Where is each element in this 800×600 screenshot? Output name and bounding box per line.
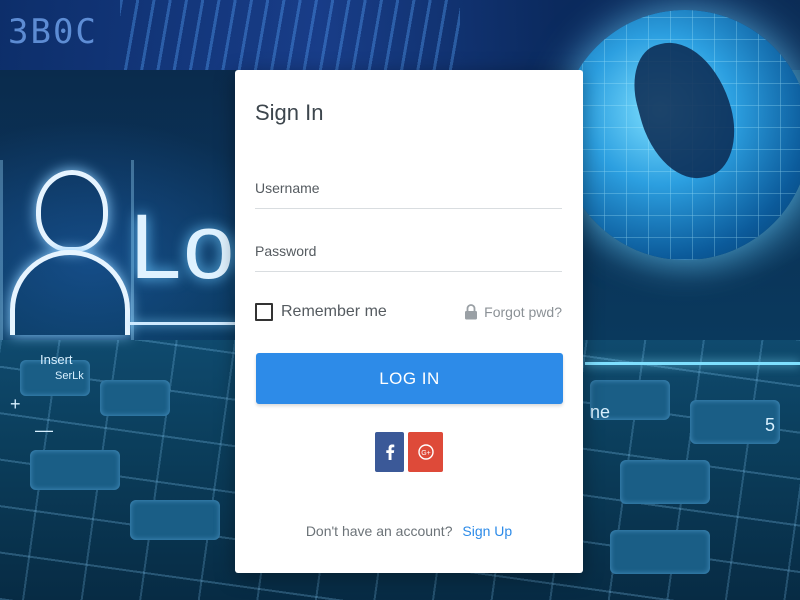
facebook-login-button[interactable] xyxy=(375,432,404,472)
key-label: + xyxy=(10,394,21,414)
background-code-text: 3B0C xyxy=(8,12,98,52)
remember-me-checkbox[interactable]: Remember me xyxy=(255,303,387,321)
google-plus-login-button[interactable]: G+ xyxy=(408,432,443,472)
card-title: Sign In xyxy=(255,100,324,125)
background-glow-line xyxy=(585,362,800,365)
lock-icon xyxy=(465,304,478,320)
keyboard-key xyxy=(100,380,170,416)
background-code-streaks xyxy=(120,0,460,70)
keyboard-key xyxy=(610,530,710,574)
signup-prompt: Don't have an account? xyxy=(305,523,453,539)
key-label: Insert xyxy=(40,352,73,367)
login-card: Sign In Remember me Forgot pwd? LOG IN G… xyxy=(235,70,583,573)
social-login-group: G+ xyxy=(375,432,443,472)
keyboard-key xyxy=(620,460,710,504)
user-head-icon xyxy=(36,170,108,252)
signup-link[interactable]: Sign Up xyxy=(462,523,512,539)
key-label: SerLk xyxy=(55,370,84,382)
background-underline xyxy=(130,322,240,325)
checkbox-box[interactable] xyxy=(255,303,273,321)
username-input[interactable] xyxy=(255,168,562,209)
login-button[interactable]: LOG IN xyxy=(256,353,563,404)
keyboard-key xyxy=(30,450,120,490)
key-label: 5 xyxy=(765,415,776,435)
key-label: ne xyxy=(590,402,611,422)
remember-me-label: Remember me xyxy=(281,303,387,320)
signup-row: Don't have an account? Sign Up xyxy=(235,523,583,539)
key-label: — xyxy=(35,420,53,440)
password-input[interactable] xyxy=(255,231,562,272)
forgot-password-link[interactable]: Forgot pwd? xyxy=(464,304,562,320)
keyboard-key xyxy=(130,500,220,540)
forgot-password-label[interactable]: Forgot pwd? xyxy=(484,304,562,320)
facebook-icon xyxy=(385,444,394,460)
svg-text:G+: G+ xyxy=(421,450,431,457)
google-plus-icon: G+ xyxy=(417,444,434,460)
